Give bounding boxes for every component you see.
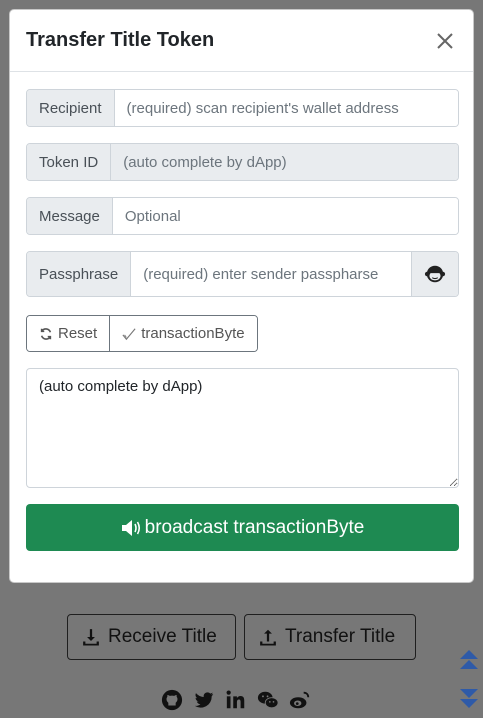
message-label: Message xyxy=(27,198,113,234)
scroll-up-icon[interactable] xyxy=(459,649,479,671)
message-input[interactable] xyxy=(112,198,458,234)
reset-label: Reset xyxy=(58,325,98,342)
upload-icon xyxy=(260,629,276,646)
reset-button[interactable]: Reset xyxy=(27,316,110,351)
transaction-byte-button[interactable]: transactionByte xyxy=(109,316,257,351)
message-group: Message xyxy=(26,197,459,235)
token-id-group: Token ID xyxy=(26,143,459,181)
transfer-title-modal: Transfer Title Token Recipient Token ID … xyxy=(9,9,474,583)
token-id-input xyxy=(111,144,458,180)
passphrase-input[interactable] xyxy=(131,252,411,296)
passphrase-visibility-toggle[interactable] xyxy=(411,252,458,296)
megaphone-icon xyxy=(121,519,140,536)
recipient-label: Recipient xyxy=(27,90,115,126)
transaction-byte-textarea[interactable]: (auto complete by dApp) xyxy=(26,368,459,488)
receive-title-button[interactable]: Receive Title xyxy=(67,614,236,660)
receive-title-label: Receive Title xyxy=(108,626,217,647)
token-id-label: Token ID xyxy=(27,144,112,180)
weibo-icon[interactable] xyxy=(286,688,313,712)
social-links xyxy=(158,688,313,712)
wechat-icon[interactable] xyxy=(254,688,281,712)
refresh-icon xyxy=(40,327,52,340)
close-icon xyxy=(437,32,453,49)
passphrase-group: Passphrase xyxy=(26,251,459,297)
checkmark-icon xyxy=(122,327,136,340)
scroll-down-icon[interactable] xyxy=(459,688,479,710)
broadcast-label: broadcast transactionByte xyxy=(144,516,365,538)
passphrase-label: Passphrase xyxy=(27,252,132,296)
modal-header: Transfer Title Token xyxy=(10,10,473,72)
transfer-title-label: Transfer Title xyxy=(285,626,396,647)
transaction-byte-label: transactionByte xyxy=(141,325,245,342)
broadcast-button[interactable]: broadcast transactionByte xyxy=(26,504,459,551)
action-button-group: Reset transactionByte xyxy=(26,315,258,352)
twitter-icon[interactable] xyxy=(190,688,217,712)
background-actions: Receive Title Transfer Title xyxy=(67,614,416,660)
monkey-face-icon xyxy=(424,265,446,283)
recipient-group: Recipient xyxy=(26,89,459,127)
transfer-title-button[interactable]: Transfer Title xyxy=(244,614,416,660)
linkedin-icon[interactable] xyxy=(222,688,249,712)
modal-title: Transfer Title Token xyxy=(26,29,215,51)
close-button[interactable] xyxy=(433,29,457,53)
github-icon[interactable] xyxy=(158,688,185,712)
recipient-input[interactable] xyxy=(114,90,458,126)
download-icon xyxy=(83,629,99,646)
